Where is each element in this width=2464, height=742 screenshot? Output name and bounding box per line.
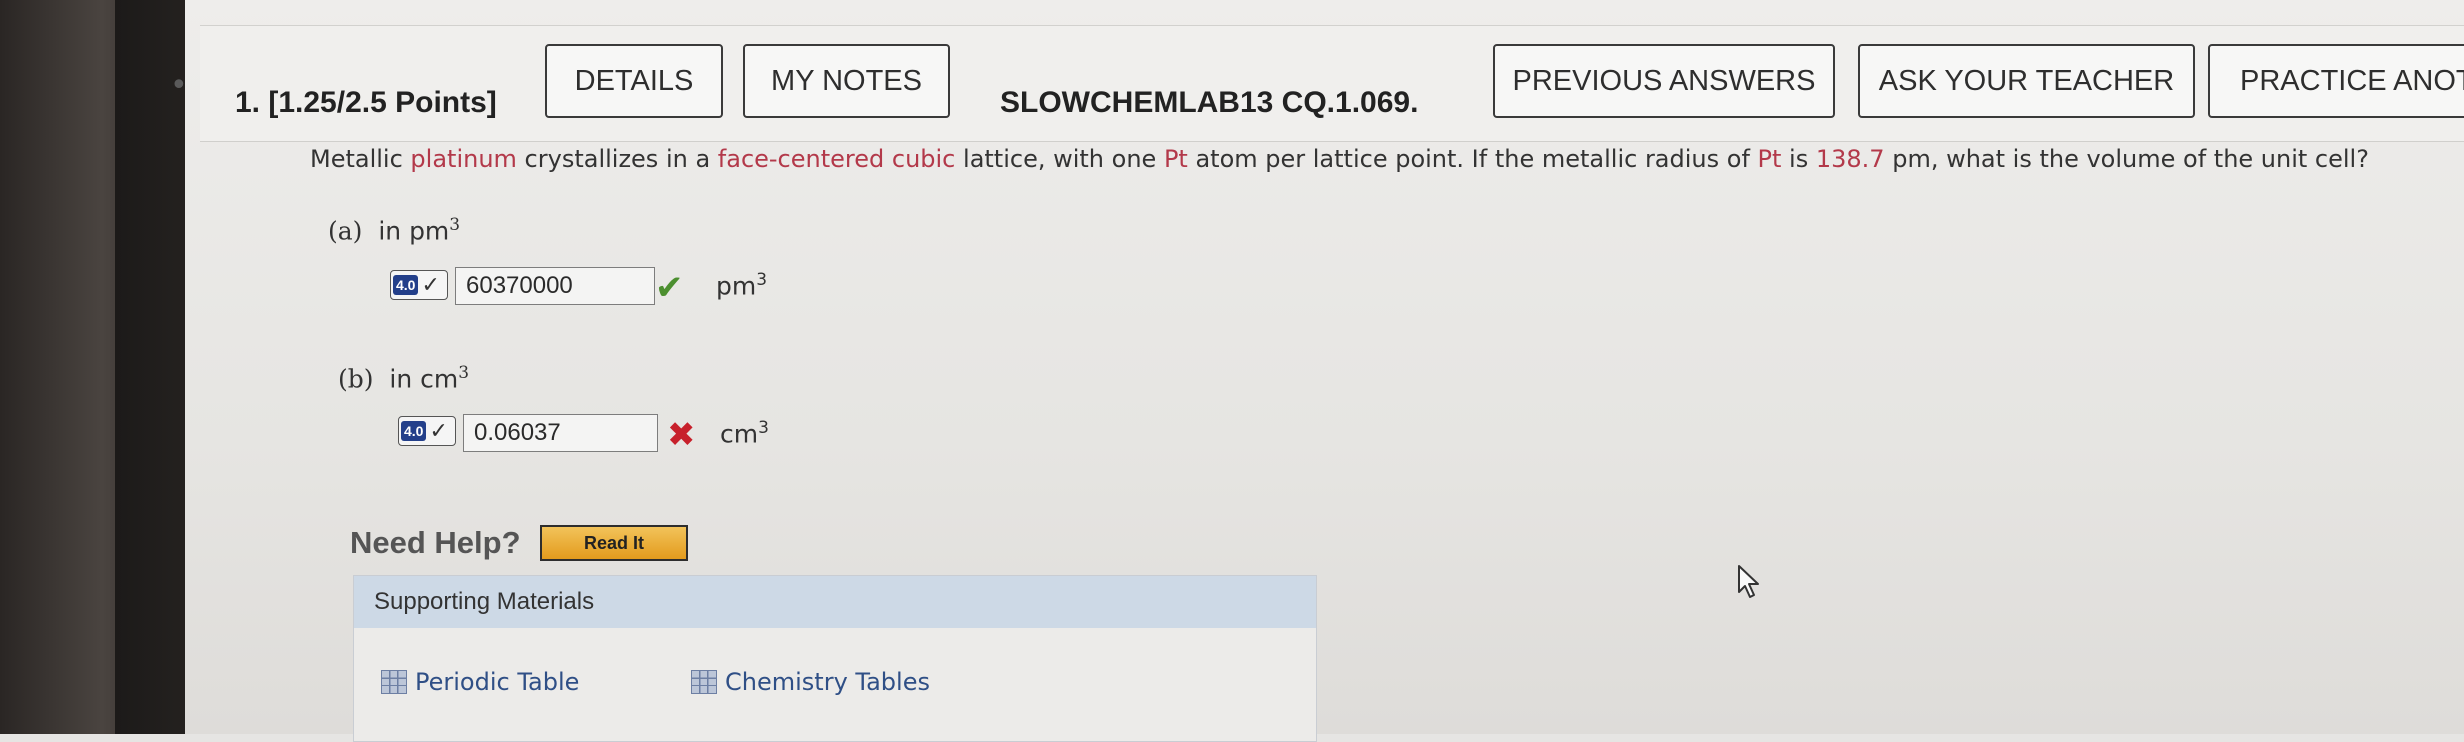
question-text-part: Metallic (310, 145, 411, 173)
attempt-badge[interactable]: 4.0 ✓ (398, 416, 456, 446)
checkmark-icon: ✓ (421, 272, 440, 298)
part-letter: (a) (328, 216, 363, 246)
attempt-badge-number: 4.0 (393, 275, 419, 295)
link-label: Chemistry Tables (725, 668, 930, 696)
lattice-type: face-centered cubic (717, 145, 956, 173)
question-text: Metallic platinum crystallizes in a face… (310, 145, 2369, 173)
question-text-part: is (1781, 145, 1816, 173)
question-text-part: pm, what is the volume of the unit cell? (1884, 145, 2369, 173)
supporting-materials-panel: Supporting Materials Periodic Table Chem… (353, 575, 1317, 742)
attempt-badge[interactable]: 4.0 ✓ (390, 270, 448, 300)
question-page: • 1. [1.25/2.5 Points] DETAILS MY NOTES … (170, 0, 2464, 742)
table-icon (381, 670, 407, 694)
practice-another-button[interactable]: PRACTICE ANOTHE (2208, 44, 2464, 118)
x-icon: ✖ (667, 415, 696, 455)
checkmark-icon: ✓ (429, 418, 448, 444)
part-prompt: in cm (389, 364, 459, 394)
part-b-label: (b) in cm3 (338, 363, 469, 393)
question-header: • 1. [1.25/2.5 Points] DETAILS MY NOTES … (170, 25, 2464, 142)
radius-value: 138.7 (1815, 145, 1885, 173)
answer-input-b[interactable]: 0.06037 (463, 414, 658, 452)
part-prompt-exponent: 3 (458, 363, 470, 383)
ask-your-teacher-button[interactable]: ASK YOUR TEACHER (1858, 44, 2195, 118)
my-notes-button[interactable]: MY NOTES (743, 44, 950, 118)
part-prompt: in pm (378, 216, 450, 246)
element-symbol: Pt (1163, 145, 1188, 173)
part-letter: (b) (338, 364, 374, 394)
part-prompt-exponent: 3 (449, 215, 461, 235)
periodic-table-link[interactable]: Periodic Table (381, 668, 579, 696)
question-number: 1. [1.25/2.5 Points] (235, 86, 497, 119)
table-icon (691, 670, 717, 694)
chemistry-tables-link[interactable]: Chemistry Tables (691, 668, 930, 696)
link-label: Periodic Table (415, 668, 580, 696)
unit-text: pm (716, 271, 757, 301)
read-it-button[interactable]: Read It (540, 525, 688, 561)
element-symbol: Pt (1757, 145, 1782, 173)
problem-code: SLOWCHEMLAB13 CQ.1.069. (1000, 86, 1419, 119)
unit-text: cm (720, 419, 759, 449)
mouse-pointer-icon (1738, 565, 1759, 598)
unit-label-b: cm3 (720, 418, 769, 448)
answer-input-a[interactable]: 60370000 (455, 267, 655, 305)
checkmark-icon: ✔ (655, 268, 684, 308)
need-help-label: Need Help? (350, 525, 521, 560)
unit-exponent: 3 (756, 270, 768, 290)
unit-label-a: pm3 (716, 270, 767, 300)
question-text-part: atom per lattice point. If the metallic … (1187, 145, 1758, 173)
part-a-label: (a) in pm3 (328, 215, 460, 245)
unit-exponent: 3 (758, 418, 769, 438)
question-text-part: crystallizes in a (516, 145, 718, 173)
bullet: • (170, 68, 188, 103)
supporting-materials-title: Supporting Materials (354, 576, 1316, 628)
screen-bezel-inner (115, 0, 185, 734)
details-button[interactable]: DETAILS (545, 44, 723, 118)
attempt-badge-number: 4.0 (401, 421, 427, 441)
element-name: platinum (410, 145, 517, 173)
previous-answers-button[interactable]: PREVIOUS ANSWERS (1493, 44, 1835, 118)
question-text-part: lattice, with one (955, 145, 1164, 173)
